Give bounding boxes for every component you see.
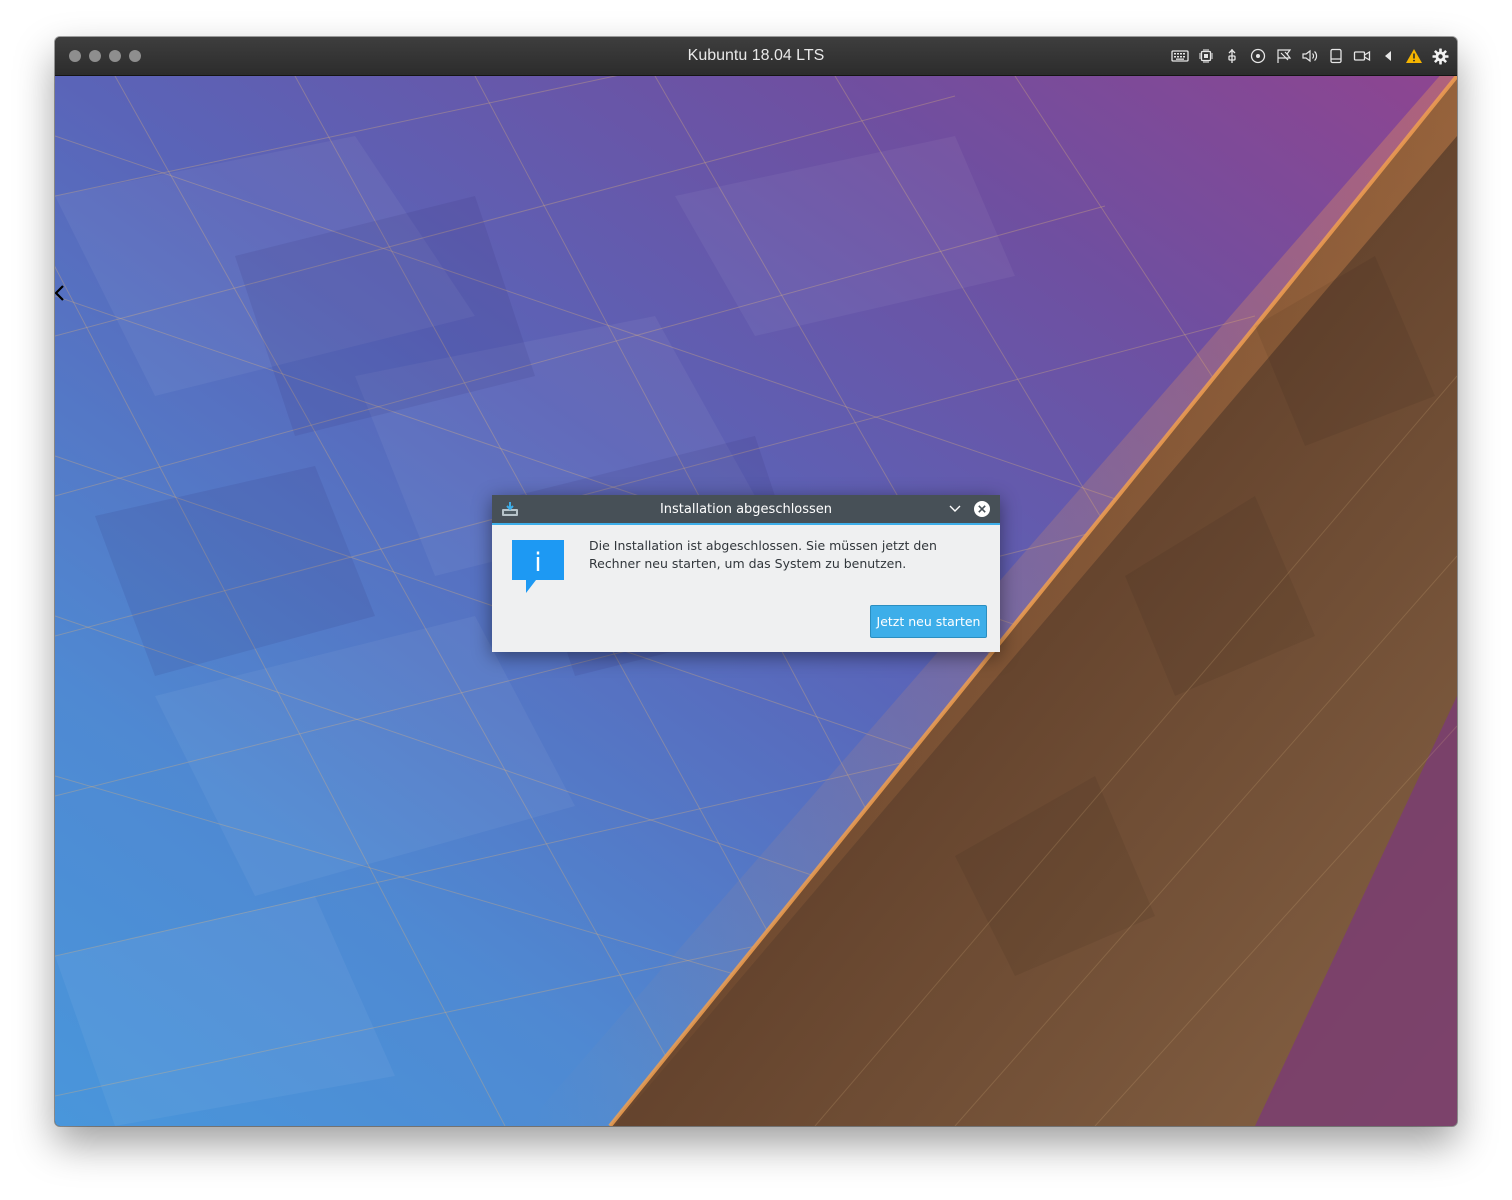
- camera-icon[interactable]: [1353, 47, 1371, 65]
- desktop-wallpaper: Installation abgeschlossen i Die Install…: [55, 76, 1457, 1126]
- info-icon: i: [512, 540, 564, 593]
- svg-text:i: i: [534, 548, 541, 578]
- close-icon[interactable]: [973, 500, 991, 518]
- vm-toolbar: [1171, 47, 1449, 65]
- network-icon[interactable]: [1275, 47, 1293, 65]
- vm-titlebar: Kubuntu 18.04 LTS: [55, 37, 1457, 76]
- keyboard-icon[interactable]: [1171, 47, 1189, 65]
- arrow-left-icon[interactable]: [1379, 47, 1397, 65]
- device-icon[interactable]: [1327, 47, 1345, 65]
- installation-complete-dialog: Installation abgeschlossen i Die Install…: [492, 495, 1000, 652]
- cpu-icon[interactable]: [1197, 47, 1215, 65]
- warning-icon[interactable]: [1405, 47, 1423, 65]
- gear-icon[interactable]: [1431, 47, 1449, 65]
- cd-icon[interactable]: [1249, 47, 1267, 65]
- restart-now-button[interactable]: Jetzt neu starten: [870, 605, 987, 638]
- dialog-titlebar: Installation abgeschlossen: [492, 495, 1000, 525]
- vm-window: Kubuntu 18.04 LTS Installation abgeschlo…: [55, 37, 1457, 1126]
- dialog-title: Installation abgeschlossen: [659, 502, 833, 517]
- usb-icon[interactable]: [1223, 47, 1241, 65]
- sound-icon[interactable]: [1301, 47, 1319, 65]
- chevron-down-icon[interactable]: [948, 502, 962, 516]
- dialog-message: Die Installation ist abgeschlossen. Sie …: [589, 538, 937, 571]
- mouse-cursor-icon: [55, 285, 64, 301]
